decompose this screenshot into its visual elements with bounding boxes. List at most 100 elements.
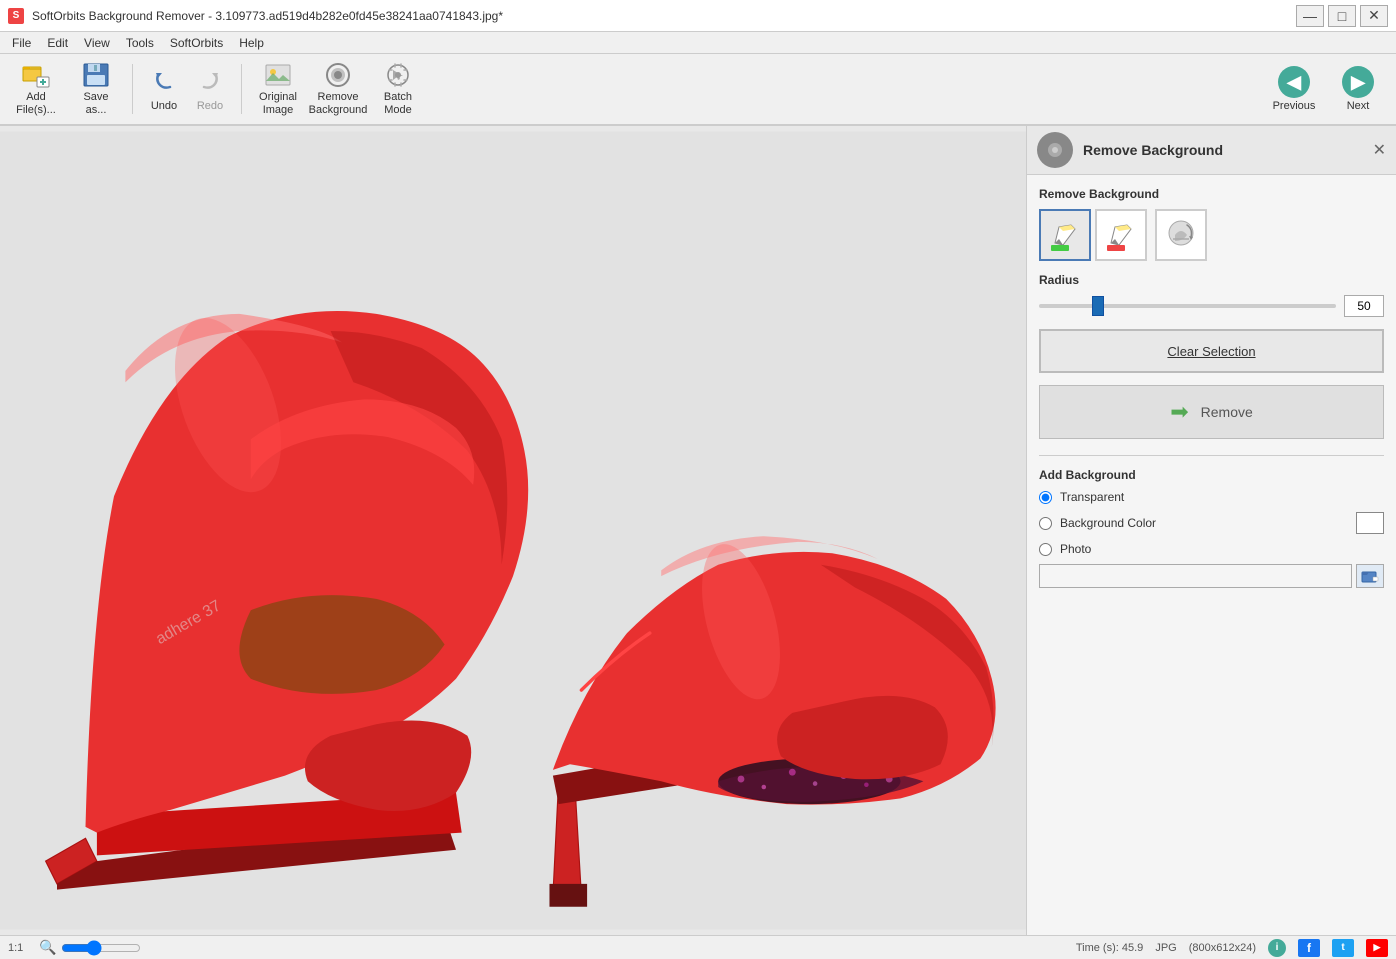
- toolbox-close-button[interactable]: ✕: [1373, 140, 1386, 160]
- photo-path-input[interactable]: [1039, 564, 1352, 588]
- browse-icon: [1361, 568, 1379, 584]
- undo-redo-group: Undo Redo: [141, 59, 233, 119]
- add-files-button[interactable]: AddFile(s)...: [8, 59, 64, 119]
- main-area: adhere 37 Remove Background ✕ Remove: [0, 126, 1396, 935]
- clear-selection-button[interactable]: Clear Selection: [1039, 329, 1384, 373]
- photo-label[interactable]: Photo: [1060, 542, 1091, 556]
- batch-mode-label: Batch Mode: [375, 91, 421, 117]
- window-title: SoftOrbits Background Remover - 3.109773…: [32, 9, 503, 23]
- minimize-button[interactable]: —: [1296, 5, 1324, 27]
- radius-slider-thumb[interactable]: [1092, 296, 1104, 316]
- transparent-label[interactable]: Transparent: [1060, 490, 1124, 504]
- remove-background-icon: [322, 61, 354, 89]
- canvas-area[interactable]: adhere 37: [0, 126, 1026, 935]
- undo-label: Undo: [151, 100, 177, 112]
- transparent-radio-row: Transparent: [1039, 490, 1384, 504]
- time-label: Time (s): 45.9: [1076, 942, 1143, 954]
- save-as-button[interactable]: Saveas...: [68, 59, 124, 119]
- next-button[interactable]: ▶ Next: [1328, 59, 1388, 119]
- erase-tool[interactable]: [1155, 209, 1207, 261]
- menu-edit[interactable]: Edit: [39, 34, 76, 52]
- original-image-label: OriginalImage: [259, 91, 297, 117]
- facebook-icon[interactable]: f: [1298, 939, 1320, 957]
- remove-button[interactable]: ➡ Remove: [1039, 385, 1384, 439]
- bg-color-radio-row: Background Color: [1039, 512, 1384, 534]
- red-pencil-tool[interactable]: [1095, 209, 1147, 261]
- toolbox-header-icon: [1037, 132, 1073, 168]
- photo-radio-row: Photo: [1039, 542, 1384, 556]
- bg-color-swatch[interactable]: [1356, 512, 1384, 534]
- menu-softorbits[interactable]: SoftOrbits: [162, 34, 231, 52]
- toolbox-body: Remove Background: [1027, 175, 1396, 935]
- bg-color-radio[interactable]: [1039, 517, 1052, 530]
- toolbar: AddFile(s)... Saveas... Undo: [0, 54, 1396, 126]
- maximize-button[interactable]: □: [1328, 5, 1356, 27]
- bg-color-label[interactable]: Background Color: [1060, 516, 1156, 530]
- red-pencil-icon: [1103, 217, 1139, 253]
- redo-label: Redo: [197, 100, 223, 112]
- toolbox-header: Remove Background ✕: [1027, 126, 1396, 175]
- menu-tools[interactable]: Tools: [118, 34, 162, 52]
- image-canvas[interactable]: adhere 37: [0, 126, 1026, 935]
- close-button[interactable]: ✕: [1360, 5, 1388, 27]
- zoom-slider[interactable]: [61, 942, 141, 954]
- photo-path-row: [1039, 564, 1384, 588]
- redo-icon: [196, 67, 224, 98]
- format-value: JPG: [1155, 942, 1176, 954]
- radius-row: 50: [1039, 295, 1384, 317]
- next-icon: ▶: [1342, 66, 1374, 98]
- undo-button[interactable]: Undo: [141, 59, 187, 119]
- toolbox-panel: Remove Background ✕ Remove Background: [1026, 126, 1396, 935]
- previous-button[interactable]: ◀ Previous: [1264, 59, 1324, 119]
- section-separator: [1039, 455, 1384, 456]
- remove-background-label: RemoveBackground: [309, 91, 368, 117]
- menu-view[interactable]: View: [76, 34, 118, 52]
- previous-icon: ◀: [1278, 66, 1310, 98]
- save-as-icon: [80, 61, 112, 89]
- remove-bg-section-title: Remove Background: [1039, 187, 1384, 201]
- remove-background-button[interactable]: RemoveBackground: [310, 59, 366, 119]
- zoom-minus-icon[interactable]: 🔍: [39, 939, 56, 956]
- add-files-label: AddFile(s)...: [16, 91, 56, 117]
- status-right: Time (s): 45.9 JPG (800x612x24) i f t ▶: [1076, 939, 1388, 957]
- next-label: Next: [1347, 100, 1370, 112]
- remove-label: Remove: [1201, 404, 1253, 420]
- youtube-icon[interactable]: ▶: [1366, 939, 1388, 957]
- dimensions-value: (800x612x24): [1189, 942, 1256, 954]
- save-as-label: Saveas...: [83, 91, 108, 117]
- radius-slider-container: [1039, 296, 1336, 316]
- radius-value[interactable]: 50: [1344, 295, 1384, 317]
- status-bar: 1:1 🔍 Time (s): 45.9 JPG (800x612x24) i …: [0, 935, 1396, 959]
- title-bar: S SoftOrbits Background Remover - 3.1097…: [0, 0, 1396, 32]
- batch-mode-button[interactable]: Batch Mode: [370, 59, 426, 119]
- erase-icon: [1163, 217, 1199, 253]
- tool-button-group: [1039, 209, 1384, 261]
- toolbar-separator-1: [132, 64, 133, 114]
- green-pencil-tool[interactable]: [1039, 209, 1091, 261]
- info-button[interactable]: i: [1268, 939, 1286, 957]
- menu-help[interactable]: Help: [231, 34, 272, 52]
- twitter-icon[interactable]: t: [1332, 939, 1354, 957]
- nav-buttons: ◀ Previous ▶ Next: [1264, 59, 1388, 119]
- add-bg-section-title: Add Background: [1039, 468, 1384, 482]
- window-controls: — □ ✕: [1296, 5, 1388, 27]
- radius-slider-track: [1039, 304, 1336, 308]
- green-pencil-icon: [1047, 217, 1083, 253]
- shoe-image: adhere 37: [0, 126, 1026, 935]
- zoom-value: 1:1: [8, 942, 23, 954]
- zoom-indicator: 1:1: [8, 942, 23, 954]
- original-image-button[interactable]: OriginalImage: [250, 59, 306, 119]
- transparent-radio[interactable]: [1039, 491, 1052, 504]
- zoom-controls: 🔍: [39, 939, 144, 956]
- radius-label: Radius: [1039, 273, 1384, 287]
- radius-section: Radius 50: [1039, 273, 1384, 317]
- redo-button[interactable]: Redo: [187, 59, 233, 119]
- photo-browse-button[interactable]: [1356, 564, 1384, 588]
- original-image-icon: [262, 61, 294, 89]
- remove-arrow-icon: ➡: [1170, 399, 1188, 425]
- photo-radio[interactable]: [1039, 543, 1052, 556]
- toolbox-title: Remove Background: [1083, 142, 1223, 158]
- app-icon: S: [8, 8, 24, 24]
- menu-file[interactable]: File: [4, 34, 39, 52]
- previous-label: Previous: [1273, 100, 1316, 112]
